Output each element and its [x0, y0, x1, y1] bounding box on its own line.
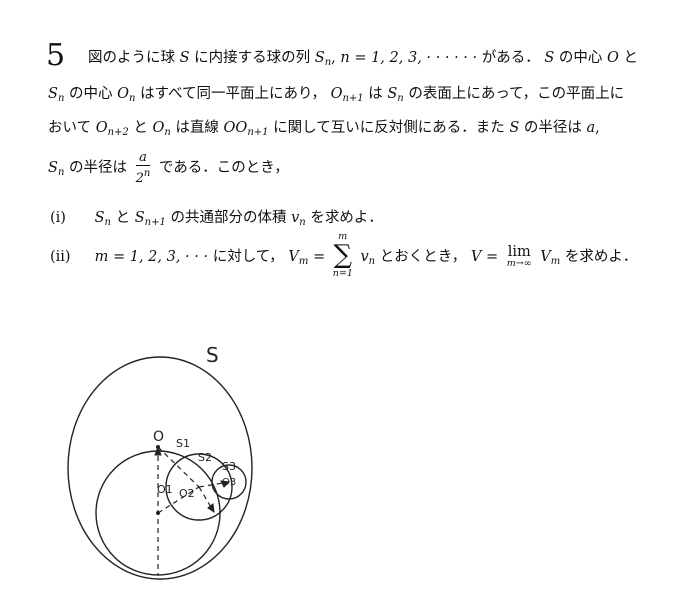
label-O3: O3 — [222, 477, 236, 488]
figure-diagram: S O S1 S2 S3 O1 O2 O3 — [67, 343, 253, 580]
label-S3: S3 — [222, 460, 236, 473]
label-S: S — [206, 343, 219, 367]
label-S2: S2 — [198, 451, 212, 464]
dashed-O-O2 — [157, 446, 200, 488]
label-O2: O2 — [179, 487, 195, 500]
label-O1: O1 — [157, 483, 173, 496]
arrow-head-3 — [207, 503, 215, 514]
label-S1: S1 — [176, 437, 190, 450]
center-dot-O1 — [156, 511, 160, 515]
center-dot-O — [156, 445, 160, 449]
label-O: O — [153, 429, 164, 445]
